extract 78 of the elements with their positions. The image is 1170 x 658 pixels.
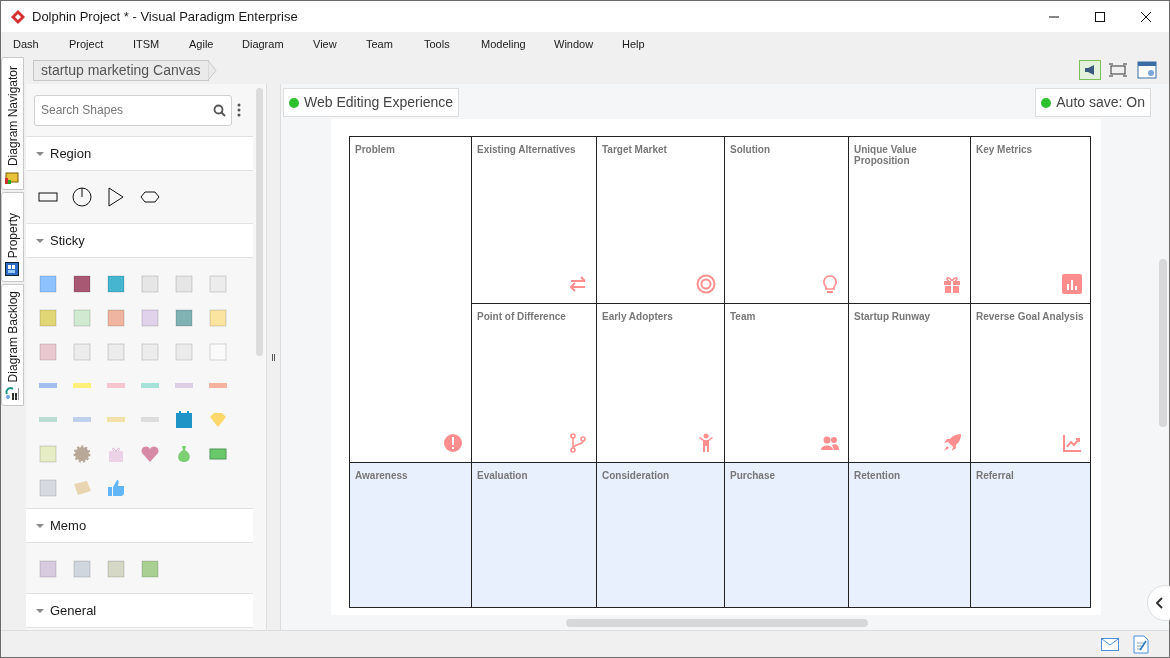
cell-label: Problem xyxy=(355,144,396,155)
cell-label: Point of Difference xyxy=(477,311,567,322)
menu-item[interactable]: Dash xyxy=(9,35,65,53)
menu-item[interactable]: Diagram xyxy=(238,35,309,53)
sticky-note-icon[interactable] xyxy=(174,308,194,328)
heart-icon[interactable] xyxy=(140,444,160,464)
scrollbar-thumb[interactable] xyxy=(1159,259,1167,427)
cell-label: Existing Alternatives xyxy=(477,144,577,155)
side-tab[interactable]: Property xyxy=(1,192,24,282)
gear-icon[interactable] xyxy=(72,444,92,464)
alert-icon xyxy=(443,433,463,453)
menu-item[interactable]: Project xyxy=(65,35,129,53)
breadcrumb-arrow-icon[interactable] xyxy=(207,59,217,81)
cell-label: Early Adopters xyxy=(602,311,674,322)
maximize-icon[interactable] xyxy=(1095,11,1105,22)
menu-item[interactable]: Tools xyxy=(420,35,477,53)
sticky-note-icon[interactable] xyxy=(72,274,92,294)
menu-item[interactable]: Team xyxy=(362,35,420,53)
cell-label: Reverse Goal Analysis xyxy=(976,311,1085,322)
bar-chart-icon xyxy=(1062,274,1082,294)
menu-item[interactable]: Agile xyxy=(185,35,238,53)
scrollbar-thumb[interactable] xyxy=(256,88,263,356)
lightbulb-icon xyxy=(820,274,840,294)
thumbs-up-icon[interactable] xyxy=(106,478,126,498)
cell-label: Startup Runway xyxy=(854,311,932,322)
chevron-left-icon[interactable] xyxy=(1156,597,1164,609)
section-header[interactable]: Sticky xyxy=(26,223,253,258)
cell-label: Target Market xyxy=(602,144,668,155)
menu-item[interactable]: Modeling xyxy=(477,35,550,53)
cell-label: Key Metrics xyxy=(976,144,1034,155)
clock-icon[interactable] xyxy=(72,187,92,207)
app-logo-icon xyxy=(10,8,26,25)
backlog-icon[interactable] xyxy=(5,386,20,401)
caret-icon[interactable] xyxy=(36,238,44,243)
cell-label: Purchase xyxy=(730,470,777,481)
search-field[interactable]: Search Shapes xyxy=(34,94,232,126)
scrollbar-thumb[interactable] xyxy=(566,619,868,627)
splitter-handle[interactable] xyxy=(272,353,275,361)
section-header[interactable]: Memo xyxy=(26,508,253,543)
window-title: Dolphin Project * - Visual Paradigm Enterprise xyxy=(32,7,298,26)
calendar-icon[interactable] xyxy=(174,410,194,430)
side-tab[interactable]: Diagram Backlog xyxy=(1,284,24,406)
menu-item[interactable]: ITSM xyxy=(129,35,185,53)
line-chart-icon xyxy=(1062,433,1082,453)
document-icon[interactable] xyxy=(1133,634,1149,654)
side-tab[interactable]: Diagram Navigator xyxy=(1,57,24,190)
search-icon[interactable] xyxy=(213,103,226,117)
cell-label: Retention xyxy=(854,470,902,481)
section-header[interactable]: General xyxy=(26,593,253,628)
target-icon xyxy=(696,274,716,294)
rocket-icon xyxy=(942,433,962,453)
mode-badge[interactable]: Web Editing Experience xyxy=(283,88,460,117)
sticky-note-icon[interactable] xyxy=(106,274,126,294)
cell-label: Unique Value Proposition xyxy=(854,144,918,166)
cell-label: Referral xyxy=(976,470,1015,481)
gift-icon xyxy=(942,274,962,294)
triangle-icon[interactable] xyxy=(106,187,126,207)
cell-label: Team xyxy=(730,311,757,322)
caret-icon[interactable] xyxy=(36,151,44,156)
folders-icon[interactable] xyxy=(5,170,20,185)
menu-item[interactable]: Help xyxy=(618,35,668,53)
menu-item[interactable]: View xyxy=(309,35,362,53)
swap-arrows-icon xyxy=(568,274,588,294)
autosave-badge[interactable]: Auto save: On xyxy=(1035,88,1151,117)
property-sheet-icon[interactable] xyxy=(5,262,20,277)
close-icon[interactable] xyxy=(1141,11,1151,22)
menu-item[interactable]: Window xyxy=(550,35,618,53)
more-options-icon[interactable] xyxy=(237,103,241,117)
caret-icon[interactable] xyxy=(36,608,44,613)
cell-label: Consideration xyxy=(602,470,671,481)
mail-icon[interactable] xyxy=(1101,637,1119,651)
cell-label: Solution xyxy=(730,144,771,155)
branch-icon xyxy=(568,433,588,453)
caret-icon[interactable] xyxy=(36,523,44,528)
cell-label: Evaluation xyxy=(477,470,529,481)
tag-icon[interactable] xyxy=(72,478,92,498)
cell-label: Awareness xyxy=(355,470,409,481)
section-header[interactable]: Region xyxy=(26,136,253,171)
